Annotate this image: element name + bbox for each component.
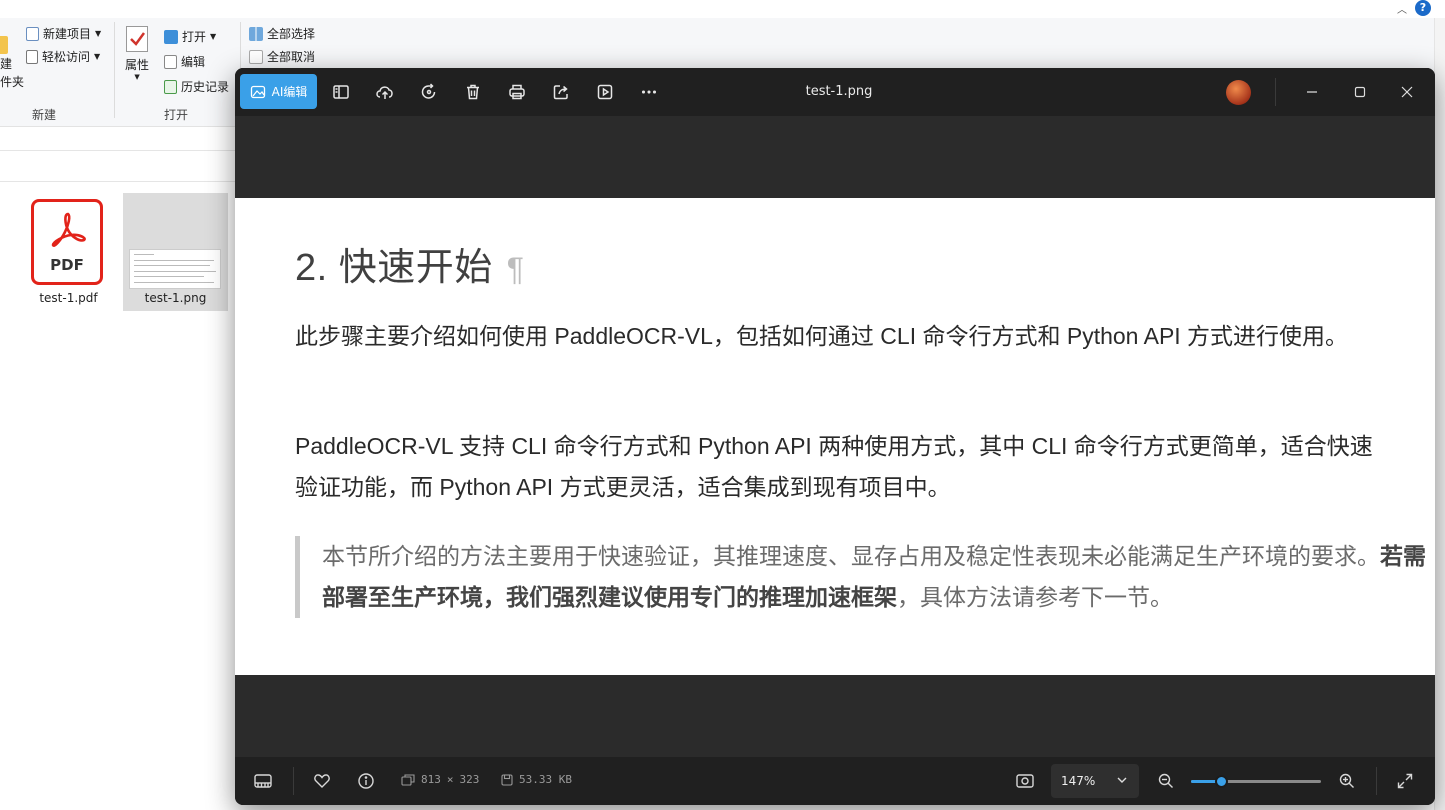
dimensions-icon — [401, 773, 415, 786]
fullscreen-icon[interactable] — [1393, 769, 1417, 793]
file-name: test-1.pdf — [39, 291, 98, 305]
file-size: 53.33 KB — [501, 773, 572, 786]
edit-label: 编辑 — [181, 55, 206, 69]
select-none-label: 全部取消 — [267, 50, 316, 64]
explorer-scrollbar[interactable] — [1434, 18, 1445, 810]
new-item-icon — [26, 26, 39, 41]
image-width: 813 — [421, 773, 441, 786]
file-name: test-1.png — [144, 291, 207, 305]
easy-access-icon — [26, 49, 38, 64]
easy-access-label: 轻松访问 — [42, 50, 91, 64]
favorite-heart-icon[interactable] — [310, 769, 334, 793]
history-button[interactable]: 历史记录 — [164, 78, 229, 95]
zoom-in-icon[interactable] — [1335, 769, 1359, 793]
explorer-title-strip: ︿ ? — [0, 0, 1445, 18]
open-group-label: 打开 — [164, 108, 189, 122]
image-height: 323 — [459, 773, 480, 786]
maximize-icon[interactable] — [1348, 80, 1372, 104]
select-all-icon — [249, 26, 263, 41]
close-icon[interactable] — [1395, 80, 1419, 104]
chevron-down-icon — [1117, 777, 1127, 783]
select-none-button[interactable]: 全部取消 — [249, 48, 315, 65]
displayed-image: 2. 快速开始 ¶ 此步骤主要介绍如何使用 PaddleOCR-VL，包括如何通过… — [235, 198, 1435, 675]
dimensions-separator: × — [446, 773, 454, 786]
new-group-label: 新建 — [32, 108, 57, 122]
image-canvas[interactable]: 2. 快速开始 ¶ 此步骤主要介绍如何使用 PaddleOCR-VL，包括如何通过… — [235, 116, 1435, 757]
dropdown-arrow-icon: ▼ — [210, 32, 217, 41]
open-label: 打开 — [182, 30, 207, 44]
history-label: 历史记录 — [181, 80, 230, 94]
status-divider — [293, 767, 294, 795]
address-bar-area[interactable] — [0, 150, 240, 182]
document-paragraph-2: PaddleOCR-VL 支持 CLI 命令行方式和 Python API 两种… — [295, 433, 1373, 500]
new-folder-button[interactable]: 建 件夹 — [0, 36, 24, 90]
document-paragraph-1: 此步骤主要介绍如何使用 PaddleOCR-VL，包括如何通过 CLI 命令行方… — [295, 323, 1349, 349]
easy-access-button[interactable]: 轻松访问 ▼ — [26, 48, 100, 65]
zoom-slider[interactable] — [1191, 775, 1321, 788]
filmstrip-icon[interactable] — [251, 769, 275, 793]
select-all-button[interactable]: 全部选择 — [249, 25, 315, 42]
title-controls: ︿ ? — [1397, 0, 1431, 16]
group-divider — [114, 22, 115, 118]
document-heading: 2. 快速开始 ¶ — [295, 236, 524, 291]
folder-icon — [0, 36, 8, 54]
properties-label: 属性 — [125, 58, 150, 72]
image-dimensions: 813 × 323 — [401, 773, 479, 786]
zoom-out-icon[interactable] — [1154, 769, 1178, 793]
info-icon[interactable] — [354, 769, 378, 793]
edit-icon — [164, 54, 177, 69]
select-all-label: 全部选择 — [267, 27, 316, 41]
pdf-icon: PDF — [31, 199, 103, 285]
new-item-button[interactable]: 新建项目 ▼ — [26, 25, 101, 42]
quote-text: 本节所介绍的方法主要用于快速验证，其推理速度、显存占用及稳定性表现未必能满足生产… — [322, 543, 1380, 569]
pdf-icon-text: PDF — [50, 256, 84, 274]
zoom-slider-thumb[interactable] — [1214, 775, 1228, 788]
edit-button[interactable]: 编辑 — [164, 53, 205, 70]
collapse-ribbon-icon[interactable]: ︿ — [1397, 1, 1407, 16]
avatar[interactable] — [1226, 80, 1251, 105]
properties-check-icon — [126, 26, 148, 52]
status-divider — [1376, 767, 1377, 795]
document-blockquote: 本节所介绍的方法主要用于快速验证，其推理速度、显存占用及稳定性表现未必能满足生产… — [295, 536, 1432, 618]
photo-viewer-window: AI编辑 test-1.png 2. 快速开始 ¶ 此步骤主要介绍如何使用 Pa… — [235, 68, 1435, 805]
open-icon — [164, 29, 178, 44]
new-item-label: 新建项目 — [43, 27, 92, 41]
viewer-title: test-1.png — [805, 84, 873, 99]
actual-size-icon[interactable] — [1013, 769, 1037, 793]
history-icon — [164, 79, 177, 94]
properties-button[interactable]: 属性 ▼ — [125, 26, 149, 81]
viewer-toolbar: AI编辑 test-1.png — [235, 68, 1435, 116]
acrobat-logo-icon — [51, 212, 86, 247]
save-disk-icon — [501, 773, 513, 786]
dropdown-arrow-icon: ▼ — [134, 73, 140, 81]
quote-tail-text: ，具体方法请参考下一节。 — [897, 584, 1173, 610]
zoom-level-value: 147% — [1061, 774, 1096, 788]
file-size-value: 53.33 KB — [519, 773, 572, 786]
pilcrow-icon: ¶ — [506, 251, 525, 287]
minimize-icon[interactable] — [1300, 80, 1324, 104]
image-thumbnail — [129, 249, 221, 289]
open-button[interactable]: 打开 ▼ — [164, 28, 216, 45]
viewer-status-bar: 813 × 323 53.33 KB 147% — [235, 757, 1435, 805]
select-none-icon — [249, 49, 263, 64]
help-icon[interactable]: ? — [1415, 0, 1431, 16]
toolbar-divider — [1275, 78, 1276, 106]
dropdown-arrow-icon: ▼ — [95, 29, 102, 38]
zoom-level-dropdown[interactable]: 147% — [1051, 764, 1139, 798]
new-folder-label-1: 建 — [0, 57, 13, 71]
dropdown-arrow-icon: ▼ — [94, 52, 101, 61]
heading-text: 2. 快速开始 — [295, 247, 493, 289]
new-folder-label-2: 件夹 — [0, 75, 25, 89]
